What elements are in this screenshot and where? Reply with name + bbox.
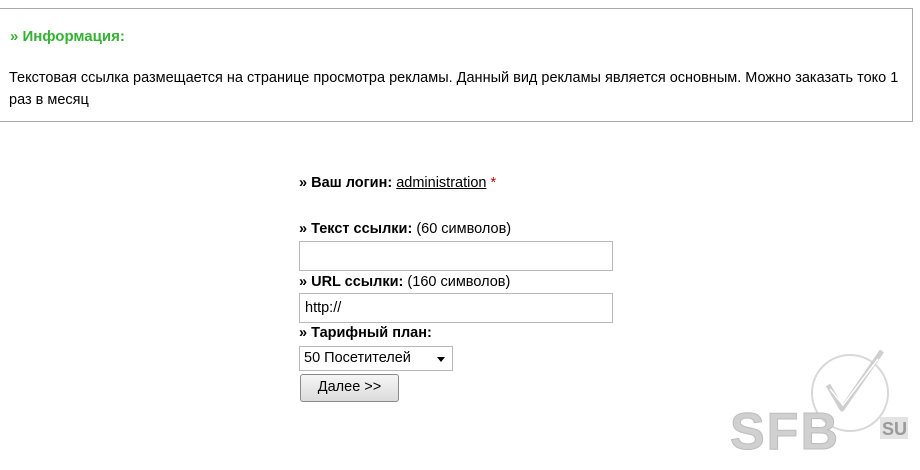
info-panel: » Информация: Текстовая ссылка размещает…: [0, 8, 913, 122]
plan-row: » Тарифный план:: [299, 325, 432, 341]
plan-label: » Тарифный план:: [299, 325, 432, 341]
info-title: » Информация:: [10, 28, 125, 45]
url-row: » URL ссылки: (160 символов): [299, 274, 510, 290]
link-text-input[interactable]: [299, 241, 613, 271]
plan-selected-value: 50 Посетителей: [304, 350, 411, 366]
watermark: SFB SU: [730, 345, 915, 465]
watermark-domain-text: SU: [882, 419, 907, 439]
plan-select[interactable]: 50 Посетителей: [299, 346, 453, 371]
link-text-row: » Текст ссылки: (60 символов): [299, 221, 511, 237]
url-hint: (160 символов): [407, 274, 511, 290]
link-text-label: » Текст ссылки:: [299, 221, 413, 237]
chevron-down-icon: [437, 357, 445, 362]
watermark-logo-text: SFB: [730, 403, 840, 461]
login-row: » Ваш логин: administration *: [299, 175, 496, 191]
url-input[interactable]: [299, 293, 613, 323]
required-mark: *: [490, 175, 497, 191]
login-link[interactable]: administration: [396, 175, 486, 191]
login-label: » Ваш логин:: [299, 175, 393, 191]
info-text: Текстовая ссылка размещается на странице…: [9, 70, 899, 108]
url-label: » URL ссылки:: [299, 274, 404, 290]
link-text-hint: (60 символов): [416, 221, 512, 237]
next-button[interactable]: Далее >>: [300, 374, 399, 402]
watermark-logo: SFB SU: [730, 349, 908, 462]
